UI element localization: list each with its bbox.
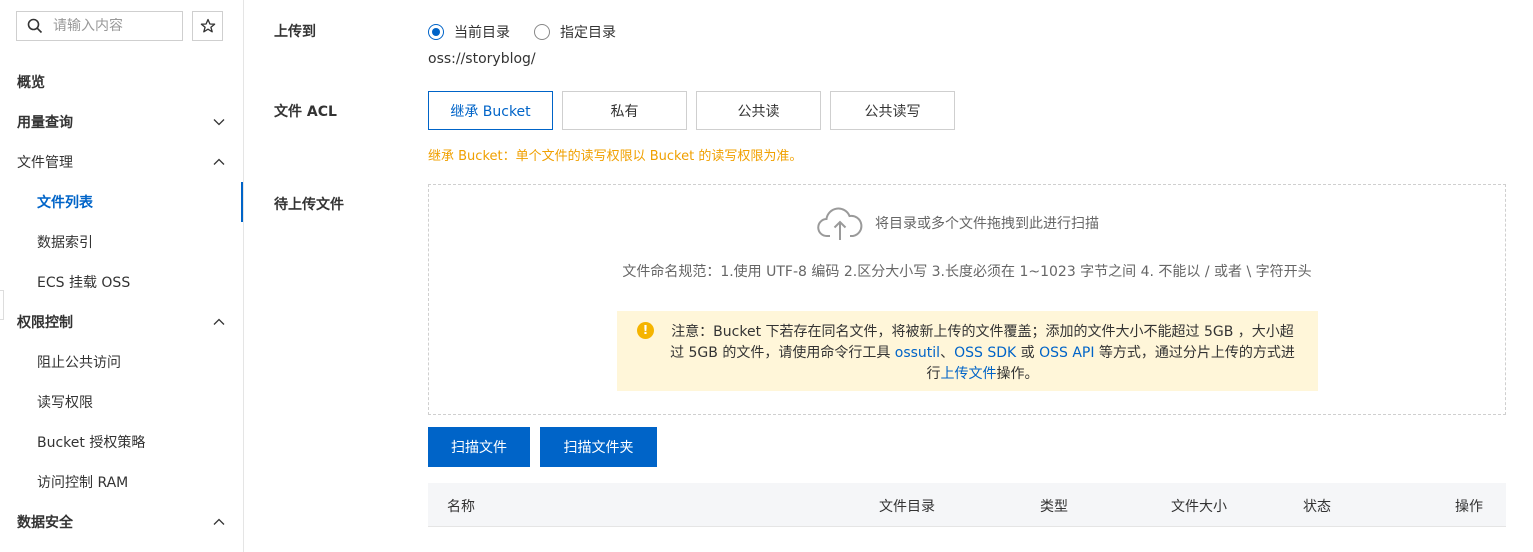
nav-bucket-policy-label: Bucket 授权策略 bbox=[37, 435, 146, 451]
nav-data-security[interactable]: 数据安全 bbox=[0, 502, 243, 542]
column-directory: 文件目录 bbox=[879, 499, 935, 515]
nav-usage-query-label: 用量查询 bbox=[17, 115, 73, 131]
notice-text-3: 操作。 bbox=[996, 366, 1039, 382]
file-acl-label: 文件 ACL bbox=[274, 104, 337, 120]
warning-icon: ! bbox=[637, 322, 654, 339]
cloud-upload-icon bbox=[817, 207, 863, 240]
nav-overview-label: 概览 bbox=[17, 75, 45, 91]
chevron-up-icon bbox=[211, 314, 227, 330]
upload-dropzone[interactable]: 将目录或多个文件拖拽到此进行扫描 文件命名规范：1.使用 UTF-8 编码 2.… bbox=[428, 184, 1506, 415]
radio-current-directory[interactable]: 当前目录 bbox=[428, 22, 510, 42]
dropzone-prompt: 将目录或多个文件拖拽到此进行扫描 bbox=[817, 205, 1099, 241]
favorite-button[interactable] bbox=[192, 11, 223, 41]
nav-file-management-label: 文件管理 bbox=[17, 155, 73, 171]
nav-access-control[interactable]: 权限控制 bbox=[0, 302, 243, 342]
nav-overview[interactable]: 概览 bbox=[0, 62, 243, 102]
nav-data-index-label: 数据索引 bbox=[37, 235, 93, 251]
upload-target-radio-group: 当前目录 指定目录 bbox=[428, 22, 640, 42]
nav-read-write-permission[interactable]: 读写权限 bbox=[0, 382, 243, 422]
upload-notice: ! 注意：Bucket 下若存在同名文件，将被新上传的文件覆盖；添加的文件大小不… bbox=[617, 311, 1318, 391]
ossutil-link[interactable]: ossutil bbox=[895, 345, 940, 361]
file-naming-rules: 文件命名规范：1.使用 UTF-8 编码 2.区分大小写 3.长度必须在 1~1… bbox=[622, 264, 1312, 280]
nav-usage-query[interactable]: 用量查询 bbox=[0, 102, 243, 142]
upload-file-link[interactable]: 上传文件 bbox=[941, 366, 997, 382]
column-status: 状态 bbox=[1303, 499, 1331, 515]
nav-bucket-policy[interactable]: Bucket 授权策略 bbox=[0, 422, 243, 462]
notice-sep-2: 或 bbox=[1016, 345, 1040, 361]
column-size: 文件大小 bbox=[1171, 499, 1227, 515]
scan-folder-button[interactable]: 扫描文件夹 bbox=[540, 427, 657, 467]
radio-checked-icon bbox=[428, 24, 444, 40]
upload-table-header: 名称 文件目录 类型 文件大小 状态 操作 bbox=[428, 483, 1506, 527]
chevron-down-icon bbox=[211, 114, 227, 130]
nav-block-public-access[interactable]: 阻止公共访问 bbox=[0, 342, 243, 382]
radio-unchecked-icon bbox=[534, 24, 550, 40]
search-box[interactable] bbox=[16, 11, 183, 41]
radio-current-directory-label: 当前目录 bbox=[454, 25, 510, 41]
acl-private-button[interactable]: 私有 bbox=[562, 91, 687, 130]
nav-read-write-permission-label: 读写权限 bbox=[37, 395, 93, 411]
nav-file-management[interactable]: 文件管理 bbox=[0, 142, 243, 182]
oss-api-link[interactable]: OSS API bbox=[1039, 345, 1094, 361]
column-name: 名称 bbox=[447, 499, 475, 515]
upload-to-label: 上传到 bbox=[274, 24, 316, 40]
nav-data-security-label: 数据安全 bbox=[17, 515, 73, 531]
column-type: 类型 bbox=[1040, 499, 1068, 515]
nav-ram-access-control[interactable]: 访问控制 RAM bbox=[0, 462, 243, 502]
dropzone-text: 将目录或多个文件拖拽到此进行扫描 bbox=[875, 216, 1099, 232]
scan-files-button[interactable]: 扫描文件 bbox=[428, 427, 530, 467]
radio-specified-directory[interactable]: 指定目录 bbox=[534, 22, 616, 42]
nav-block-public-access-label: 阻止公共访问 bbox=[37, 355, 121, 371]
search-icon bbox=[27, 18, 43, 34]
star-icon bbox=[200, 18, 215, 33]
acl-inherit-bucket-button[interactable]: 继承 Bucket bbox=[428, 91, 553, 130]
column-actions: 操作 bbox=[1455, 499, 1483, 515]
nav-file-list[interactable]: 文件列表 bbox=[0, 182, 243, 222]
notice-sep-1: 、 bbox=[940, 345, 955, 361]
acl-public-read-write-button[interactable]: 公共读写 bbox=[830, 91, 955, 130]
oss-sdk-link[interactable]: OSS SDK bbox=[954, 345, 1016, 361]
acl-public-read-button[interactable]: 公共读 bbox=[696, 91, 821, 130]
upload-path: oss://storyblog/ bbox=[428, 51, 536, 67]
sidebar: 概览 用量查询 文件管理 文件列表 数据索引 ECS 挂载 OSS 权限控制 阻… bbox=[0, 0, 244, 552]
acl-hint: 继承 Bucket：单个文件的读写权限以 Bucket 的读写权限为准。 bbox=[428, 149, 803, 164]
chevron-up-icon bbox=[211, 514, 227, 530]
nav-data-index[interactable]: 数据索引 bbox=[0, 222, 243, 262]
nav-file-list-label: 文件列表 bbox=[37, 195, 93, 211]
radio-specified-directory-label: 指定目录 bbox=[560, 25, 616, 41]
acl-button-group: 继承 Bucket 私有 公共读 公共读写 bbox=[428, 91, 964, 130]
search-input[interactable] bbox=[53, 18, 173, 34]
nav-ecs-mount-oss-label: ECS 挂载 OSS bbox=[37, 275, 131, 291]
sidebar-collapse-handle[interactable] bbox=[0, 290, 4, 320]
nav-ecs-mount-oss[interactable]: ECS 挂载 OSS bbox=[0, 262, 243, 302]
nav-access-control-label: 权限控制 bbox=[17, 315, 73, 331]
chevron-up-icon bbox=[211, 154, 227, 170]
pending-files-label: 待上传文件 bbox=[274, 197, 344, 213]
nav-ram-access-control-label: 访问控制 RAM bbox=[37, 475, 129, 491]
